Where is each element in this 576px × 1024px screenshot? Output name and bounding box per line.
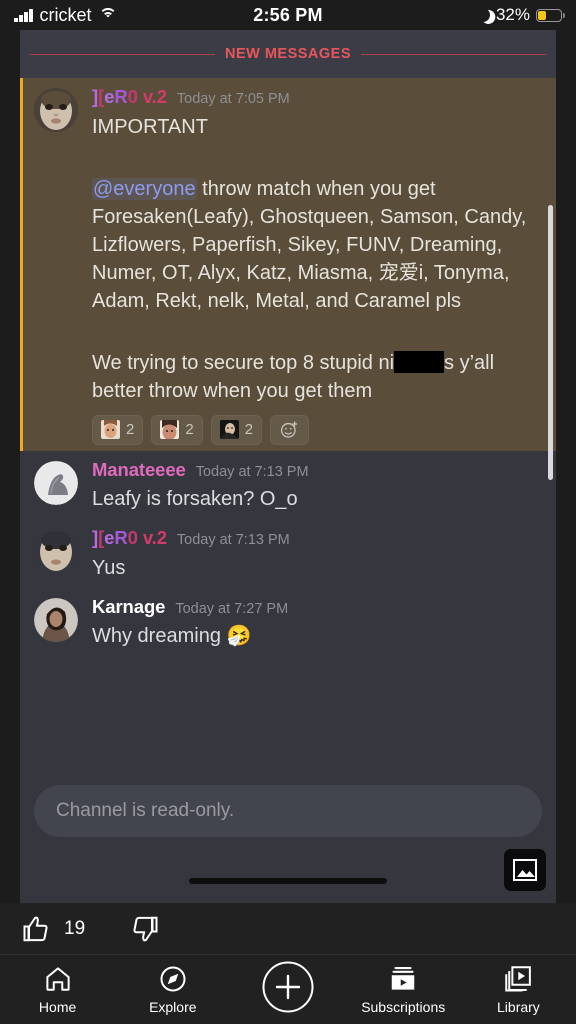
status-bar: cricket 2:56 PM 32% xyxy=(0,0,576,30)
woman-photo-avatar[interactable] xyxy=(34,597,78,642)
message-composer: Channel is read-only. xyxy=(20,767,556,855)
like-count: 19 xyxy=(64,917,86,939)
status-bar-right: 32% xyxy=(474,5,565,25)
custom-emoji-face-3 xyxy=(219,420,239,439)
message-header: ][eR0 v.2 Today at 7:05 PM xyxy=(92,87,542,107)
like-button[interactable]: 19 xyxy=(22,914,85,944)
message-text: Leafy is forsaken? O_o xyxy=(92,488,298,510)
new-messages-divider: NEW MESSAGES xyxy=(20,30,556,78)
nav-item-library[interactable]: Library xyxy=(461,964,576,1015)
message-body: Manateeee Today at 7:13 PM Leafy is fors… xyxy=(92,460,542,514)
woman-photo-avatar-graphic xyxy=(34,597,78,642)
doll-face-avatar[interactable] xyxy=(34,88,78,132)
subscriptions-icon xyxy=(391,966,415,990)
nav-label: Home xyxy=(38,999,77,1015)
author-name[interactable]: Manateeee xyxy=(92,460,186,480)
message-text: Yus xyxy=(92,556,126,579)
home-icon xyxy=(45,967,70,991)
message-body: ][eR0 v.2 Today at 7:05 PM IMPORTANT @ev… xyxy=(92,87,542,445)
message-text-line1: IMPORTANT xyxy=(92,115,208,138)
reaction-pill[interactable]: 2 xyxy=(210,414,263,445)
doll-face-avatar[interactable] xyxy=(34,529,78,573)
nav-item-subscriptions[interactable]: Subscriptions xyxy=(346,964,461,1015)
phone-screen: cricket 2:56 PM 32% NEW MESSAGES][eR0 v… xyxy=(0,0,576,1024)
nav-item-home[interactable]: Home xyxy=(0,964,115,1015)
discord-chat-screenshot: NEW MESSAGES ][eR0 v.2 Today at 7:05 PM … xyxy=(20,30,556,767)
author-name[interactable]: ][eR0 v.2 xyxy=(92,528,167,548)
reaction-count: 2 xyxy=(126,421,135,438)
message-timestamp: Today at 7:13 PM xyxy=(195,463,309,480)
message-header: ][eR0 v.2 Today at 7:13 PM xyxy=(92,528,542,548)
seal-avatar-graphic xyxy=(34,460,78,505)
photo-picker-button[interactable] xyxy=(504,849,546,891)
message-header: Manateeee Today at 7:13 PM xyxy=(92,460,542,480)
message-input[interactable]: Channel is read-only. xyxy=(34,785,542,837)
battery-percent-label: 32% xyxy=(495,5,530,24)
reaction-count: 2 xyxy=(244,421,254,438)
add-reaction-button[interactable] xyxy=(270,414,310,445)
reactions-row: 2 2 2 xyxy=(92,414,542,445)
redaction-bar xyxy=(394,350,445,373)
message-input-placeholder: Channel is read-only. xyxy=(56,800,235,821)
battery-icon xyxy=(536,8,565,22)
home-indicator-area xyxy=(20,855,556,903)
message-row[interactable]: Manateeee Today at 7:13 PM Leafy is fors… xyxy=(20,451,556,520)
message-timestamp: Today at 7:05 PM xyxy=(176,91,290,107)
message-row-mention[interactable]: ][eR0 v.2 Today at 7:05 PM IMPORTANT @ev… xyxy=(20,78,556,451)
reaction-pill[interactable]: 2 xyxy=(92,414,144,445)
message-timestamp: Today at 7:27 PM xyxy=(175,600,289,617)
everyone-mention[interactable]: @everyone xyxy=(92,177,197,200)
bottom-navigation-bar: Home Explore Subscriptions Library xyxy=(0,955,576,1024)
seal-avatar[interactable] xyxy=(34,460,78,505)
nav-item-create[interactable] xyxy=(230,960,345,1019)
create-plus-icon xyxy=(262,961,314,1013)
message-row[interactable]: Karnage Today at 7:27 PM Why dreaming 🤧 xyxy=(20,588,556,657)
custom-emoji-face-2 xyxy=(160,420,180,439)
new-messages-label: NEW MESSAGES xyxy=(214,46,362,62)
doll-face-avatar-graphic xyxy=(34,529,78,573)
compass-icon xyxy=(160,966,186,992)
do-not-disturb-moon-icon xyxy=(474,6,493,25)
author-name[interactable]: Karnage xyxy=(92,597,165,617)
video-actions-bar: 19 xyxy=(0,903,576,955)
message-header: Karnage Today at 7:27 PM xyxy=(92,597,542,617)
dislike-button[interactable] xyxy=(129,914,159,944)
message-timestamp: Today at 7:13 PM xyxy=(176,532,290,548)
reaction-count: 2 xyxy=(185,421,194,438)
message-text: Why dreaming 🤧 xyxy=(92,625,252,647)
video-content-area: NEW MESSAGES ][eR0 v.2 Today at 7:05 PM … xyxy=(0,30,576,903)
nav-item-explore[interactable]: Explore xyxy=(115,964,230,1015)
reaction-pill[interactable]: 2 xyxy=(151,414,203,445)
message-body: ][eR0 v.2 Today at 7:13 PM Yus xyxy=(92,528,542,582)
custom-emoji-face-1 xyxy=(101,420,120,439)
message-row[interactable]: ][eR0 v.2 Today at 7:13 PM Yus xyxy=(20,519,556,588)
chat-scrollbar[interactable] xyxy=(548,205,553,480)
library-icon xyxy=(505,966,532,992)
author-name[interactable]: ][eR0 v.2 xyxy=(92,87,167,107)
message-text-line2: @everyone throw match when you get Fores… xyxy=(92,175,542,315)
message-spacer-2 xyxy=(92,315,542,349)
nav-label: Subscriptions xyxy=(361,999,446,1015)
nav-label: Explore xyxy=(149,999,197,1015)
message-text-line3: We trying to secure top 8 stupid ni s y’a… xyxy=(92,349,542,405)
message-text-line3-a: We trying to secure top 8 stupid ni xyxy=(92,351,395,374)
photo-picker-icon xyxy=(513,859,537,881)
thumbs-down-icon xyxy=(133,916,158,941)
nav-label: Library xyxy=(497,999,540,1015)
message-body: Karnage Today at 7:27 PM Why dreaming 🤧 xyxy=(92,597,542,651)
thumbs-up-icon xyxy=(23,916,48,941)
add-reaction-icon xyxy=(280,421,298,438)
doll-face-avatar-graphic xyxy=(34,88,78,132)
home-indicator xyxy=(189,878,387,884)
